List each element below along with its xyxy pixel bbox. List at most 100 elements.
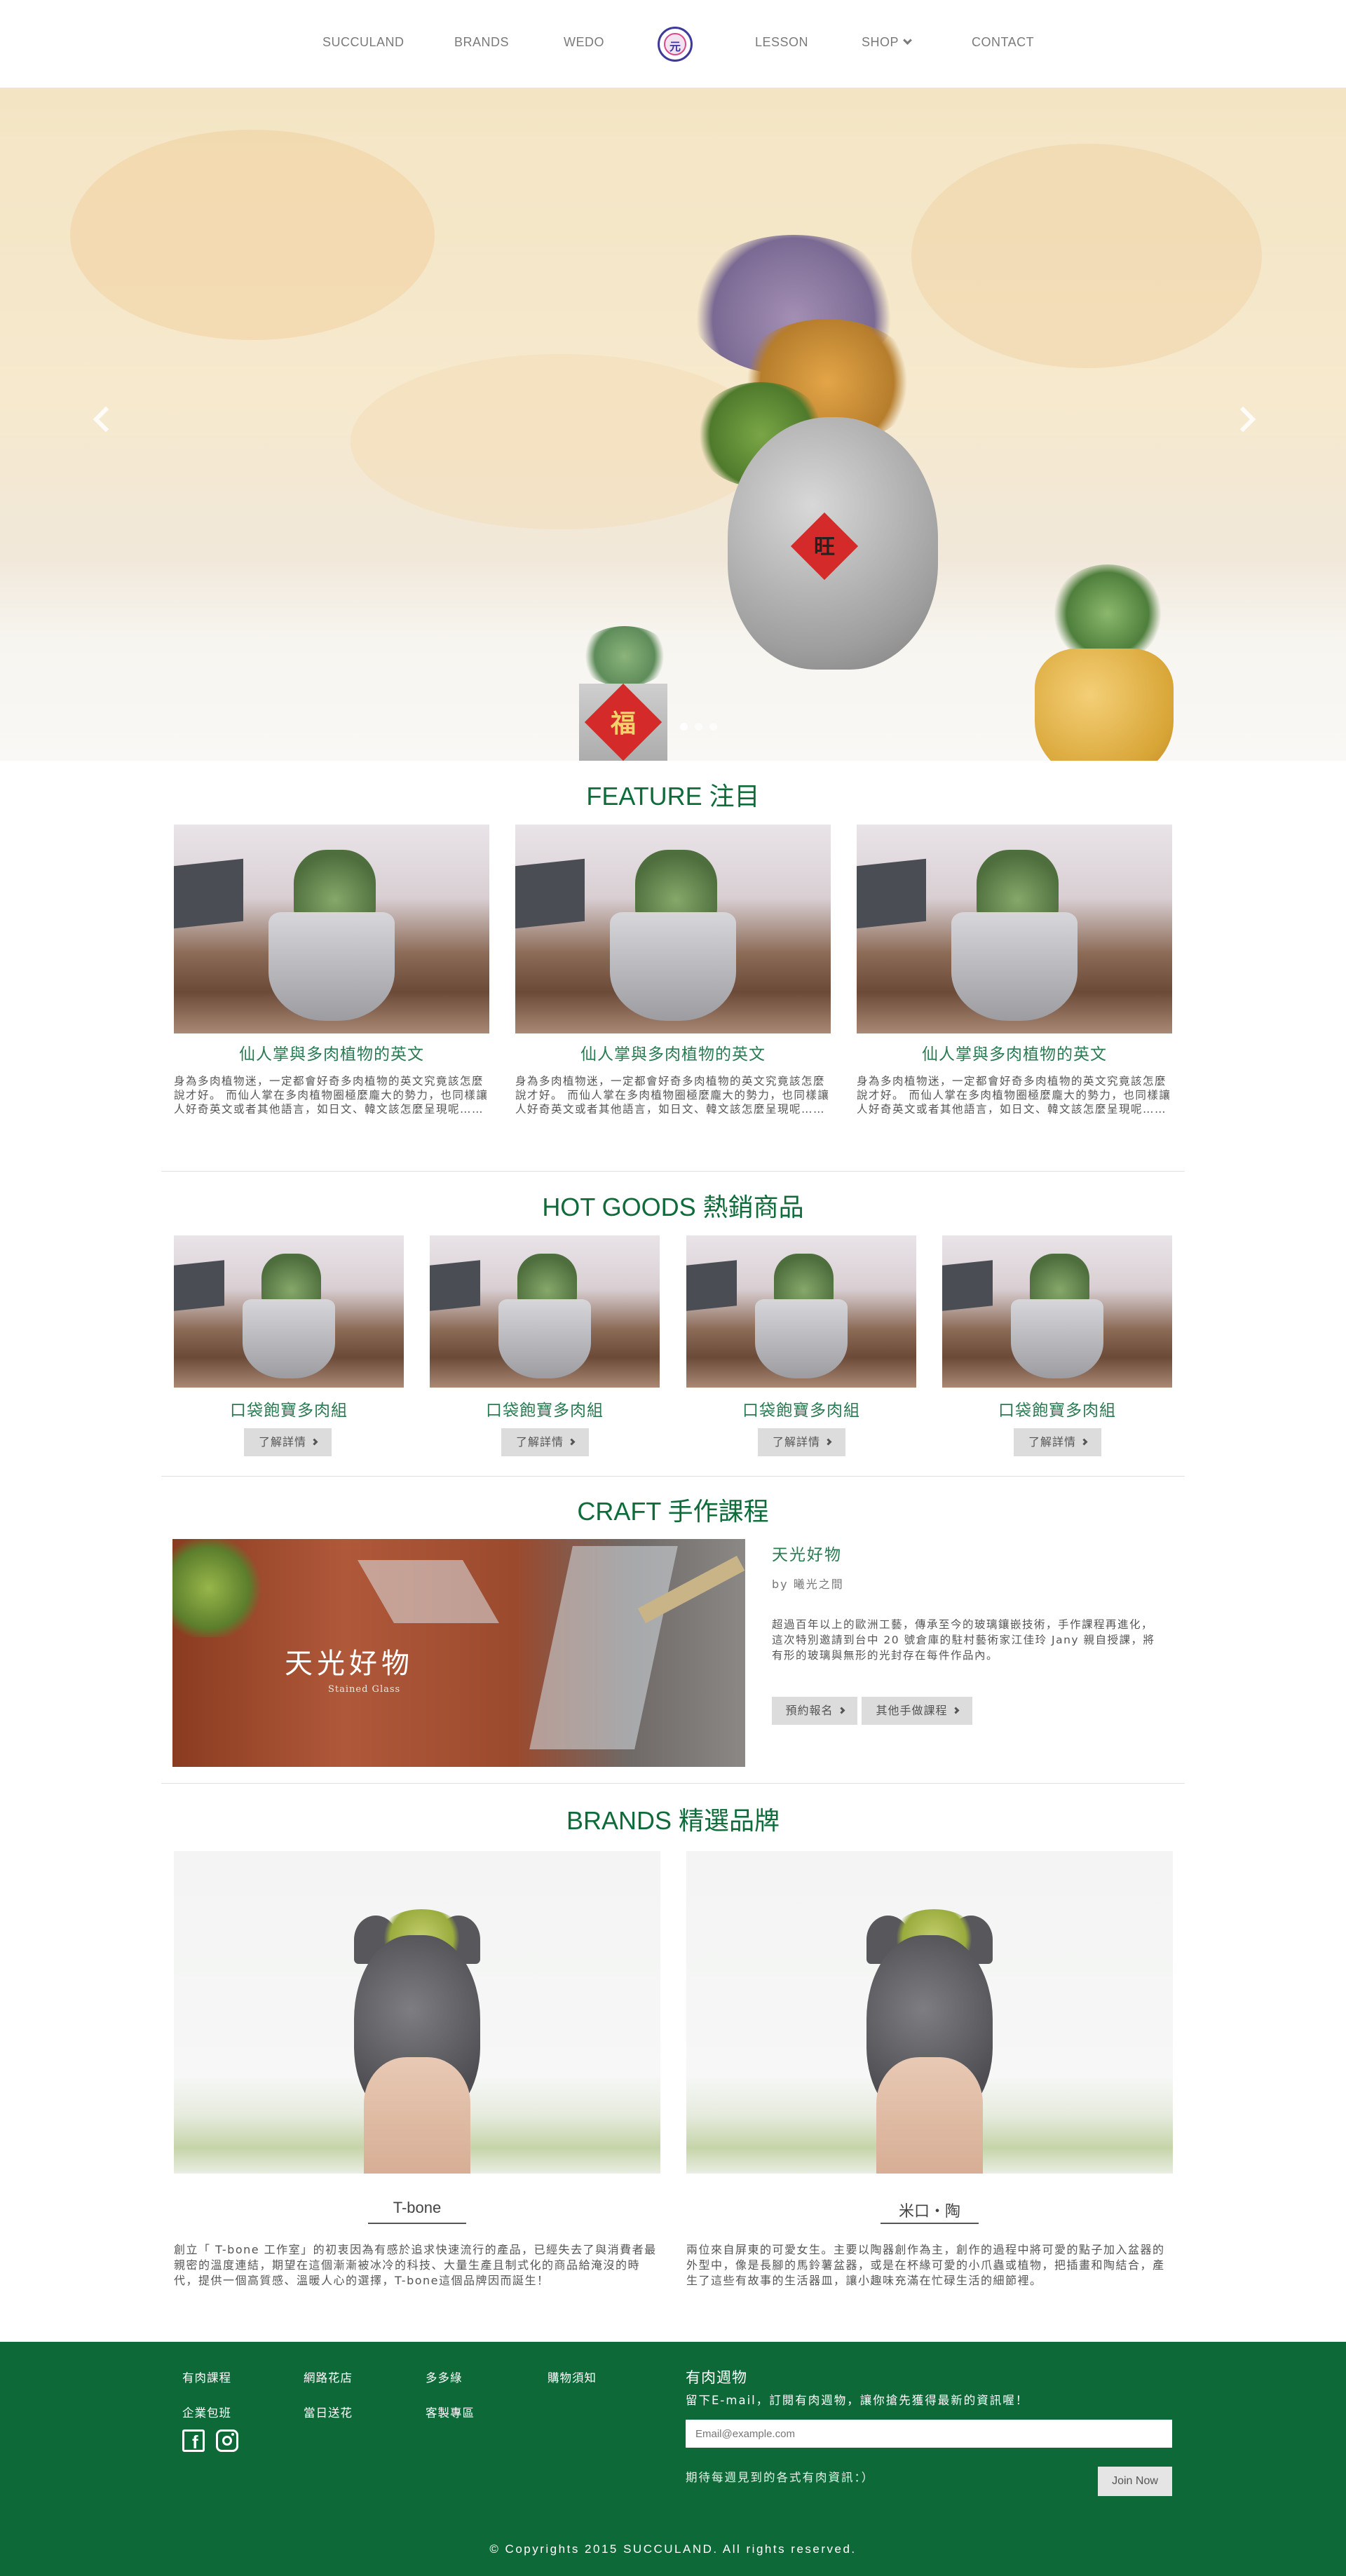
product-details-button[interactable]: 了解詳情 (244, 1428, 332, 1456)
hand (363, 2057, 471, 2174)
photo-pot (1011, 1299, 1103, 1378)
succulent-small (579, 626, 670, 686)
product-image[interactable] (430, 1235, 660, 1388)
feature-image[interactable] (857, 825, 1172, 1033)
product-details-button[interactable]: 了解詳情 (501, 1428, 589, 1456)
brands-title: BRANDS 精選品牌 (566, 1806, 780, 1835)
top-nav: SUCCULAND BRANDS WEDO 元 LESSON SHOP CONT… (0, 0, 1346, 88)
newsletter-note: 期待每週見到的各式有肉資訊：） (686, 2471, 875, 2484)
chevron-right-icon (838, 1707, 845, 1714)
photo-pot (610, 912, 736, 1022)
other-courses-button[interactable]: 其他手做課程 (862, 1697, 972, 1725)
footer-link[interactable]: 網路花店 (304, 2368, 353, 2385)
button-label: 預約報名 (785, 1704, 834, 1717)
feature-title: FEATURE 注目 (586, 782, 760, 811)
footer-link[interactable]: 購物須知 (548, 2368, 597, 2385)
photo-pot (243, 1299, 335, 1378)
product-name[interactable]: 口袋飽寶多肉組 (174, 1397, 404, 1421)
glass-shard (358, 1560, 499, 1623)
photo-pot (755, 1299, 848, 1378)
feature-image[interactable] (174, 825, 489, 1033)
craft-course-title[interactable]: 天光好物 (772, 1541, 842, 1565)
nav-shop[interactable]: SHOP (862, 35, 912, 50)
brand-image[interactable] (174, 1851, 660, 2174)
footer-link[interactable]: 客製專區 (426, 2404, 475, 2420)
instagram-icon[interactable] (216, 2429, 238, 2452)
hero-carousel: 旺 福 (0, 88, 1346, 761)
carousel-dot[interactable] (709, 723, 717, 731)
product-image[interactable] (174, 1235, 404, 1388)
feature-card-title[interactable]: 仙人掌與多肉植物的英文 (515, 1040, 831, 1064)
gold-pineapple-pot (1035, 649, 1174, 761)
logo-icon[interactable]: 元 (658, 27, 693, 62)
feature-card-text: 身為多肉植物迷，一定都會好奇多肉植物的英文究竟該怎麼說才好。 而仙人掌在多肉植物… (174, 1075, 489, 1116)
brand-image[interactable] (686, 1851, 1173, 2174)
button-label: 了解詳情 (258, 1435, 306, 1449)
brand-name[interactable]: 米口・陶 (881, 2199, 979, 2221)
feature-image[interactable] (515, 825, 831, 1033)
footer-link[interactable]: 有肉課程 (182, 2368, 231, 2385)
facebook-glyph: f (192, 2432, 198, 2453)
nav-lesson[interactable]: LESSON (755, 35, 808, 50)
product-details-button[interactable]: 了解詳情 (758, 1428, 845, 1456)
newsletter-title: 有肉週物 (686, 2369, 747, 2386)
nav-brands[interactable]: BRANDS (454, 35, 509, 50)
button-label: 其他手做課程 (876, 1704, 948, 1717)
photo-book (942, 1260, 993, 1311)
chevron-right-icon (952, 1707, 959, 1714)
product-details-button[interactable]: 了解詳情 (1014, 1428, 1101, 1456)
nav-contact[interactable]: CONTACT (972, 35, 1034, 50)
footer-link[interactable]: 企業包班 (182, 2404, 231, 2420)
carousel-indicators (680, 720, 724, 733)
feature-card-text: 身為多肉植物迷，一定都會好奇多肉植物的英文究竟該怎麼說才好。 而仙人掌在多肉植物… (515, 1075, 830, 1116)
product-name[interactable]: 口袋飽寶多肉組 (430, 1397, 660, 1421)
nav-shop-label: SHOP (862, 35, 899, 49)
logo-inner: 元 (664, 33, 686, 55)
product-name[interactable]: 口袋飽寶多肉組 (942, 1397, 1172, 1421)
brand-description: 創立「 T-bone 工作室」的初衷因為有感於追求快速流行的產品，已經失去了與消… (174, 2243, 657, 2287)
facebook-icon[interactable]: f (182, 2429, 205, 2453)
carousel-dot[interactable] (695, 723, 702, 731)
chevron-right-icon (311, 1438, 318, 1446)
join-now-button[interactable]: Join Now (1098, 2467, 1172, 2496)
photo-book (174, 858, 243, 929)
button-label: 了解詳情 (772, 1435, 820, 1449)
nav-succuland[interactable]: SUCCULAND (322, 35, 405, 50)
hero-bg-blob (70, 130, 435, 340)
feature-card-title[interactable]: 仙人掌與多肉植物的英文 (174, 1040, 489, 1064)
nav-wedo[interactable]: WEDO (564, 35, 604, 50)
chevron-right-icon[interactable] (1230, 406, 1256, 433)
air-plant (1052, 564, 1164, 663)
logo-glyph: 元 (669, 40, 681, 53)
photo-pot (268, 912, 395, 1022)
craft-course-image[interactable]: 天光好物 Stained Glass (172, 1539, 745, 1767)
product-image[interactable] (942, 1235, 1172, 1388)
carousel-dot[interactable] (680, 723, 688, 731)
chevron-down-icon (903, 36, 912, 45)
craft-title: CRAFT 手作課程 (577, 1497, 769, 1526)
brand-name-underline (368, 2223, 466, 2224)
craft-course-text: 超過百年以上的歐洲工藝，傳承至今的玻璃鑲嵌技術，手作課程再進化，這次特別邀請到台… (772, 1618, 1155, 1662)
hand (876, 2057, 984, 2174)
chevron-right-icon (568, 1438, 576, 1446)
feature-card-title[interactable]: 仙人掌與多肉植物的英文 (857, 1040, 1172, 1064)
photo-book (686, 1260, 737, 1311)
email-input[interactable] (686, 2420, 1172, 2448)
section-divider (161, 1476, 1185, 1477)
photo-pot (951, 912, 1078, 1022)
chevron-left-icon[interactable] (93, 406, 119, 433)
product-image[interactable] (686, 1235, 916, 1388)
brand-description: 兩位來自屏東的可愛女生。主要以陶器創作為主，創作的過程中將可愛的點子加入盆器的外… (686, 2243, 1165, 2287)
photo-pot (498, 1299, 591, 1378)
pot-tag-text: 福 (610, 709, 636, 738)
product-name[interactable]: 口袋飽寶多肉組 (686, 1397, 916, 1421)
button-label: 了解詳情 (1028, 1435, 1076, 1449)
button-label: 了解詳情 (515, 1435, 564, 1449)
photo-book (515, 858, 585, 929)
footer-link[interactable]: 當日送花 (304, 2404, 353, 2420)
book-course-button[interactable]: 預約報名 (772, 1697, 857, 1725)
craft-image-subtitle: Stained Glass (328, 1684, 401, 1695)
instagram-flash (231, 2433, 234, 2436)
footer-link[interactable]: 多多綠 (426, 2368, 463, 2385)
brand-name[interactable]: T-bone (368, 2199, 466, 2217)
